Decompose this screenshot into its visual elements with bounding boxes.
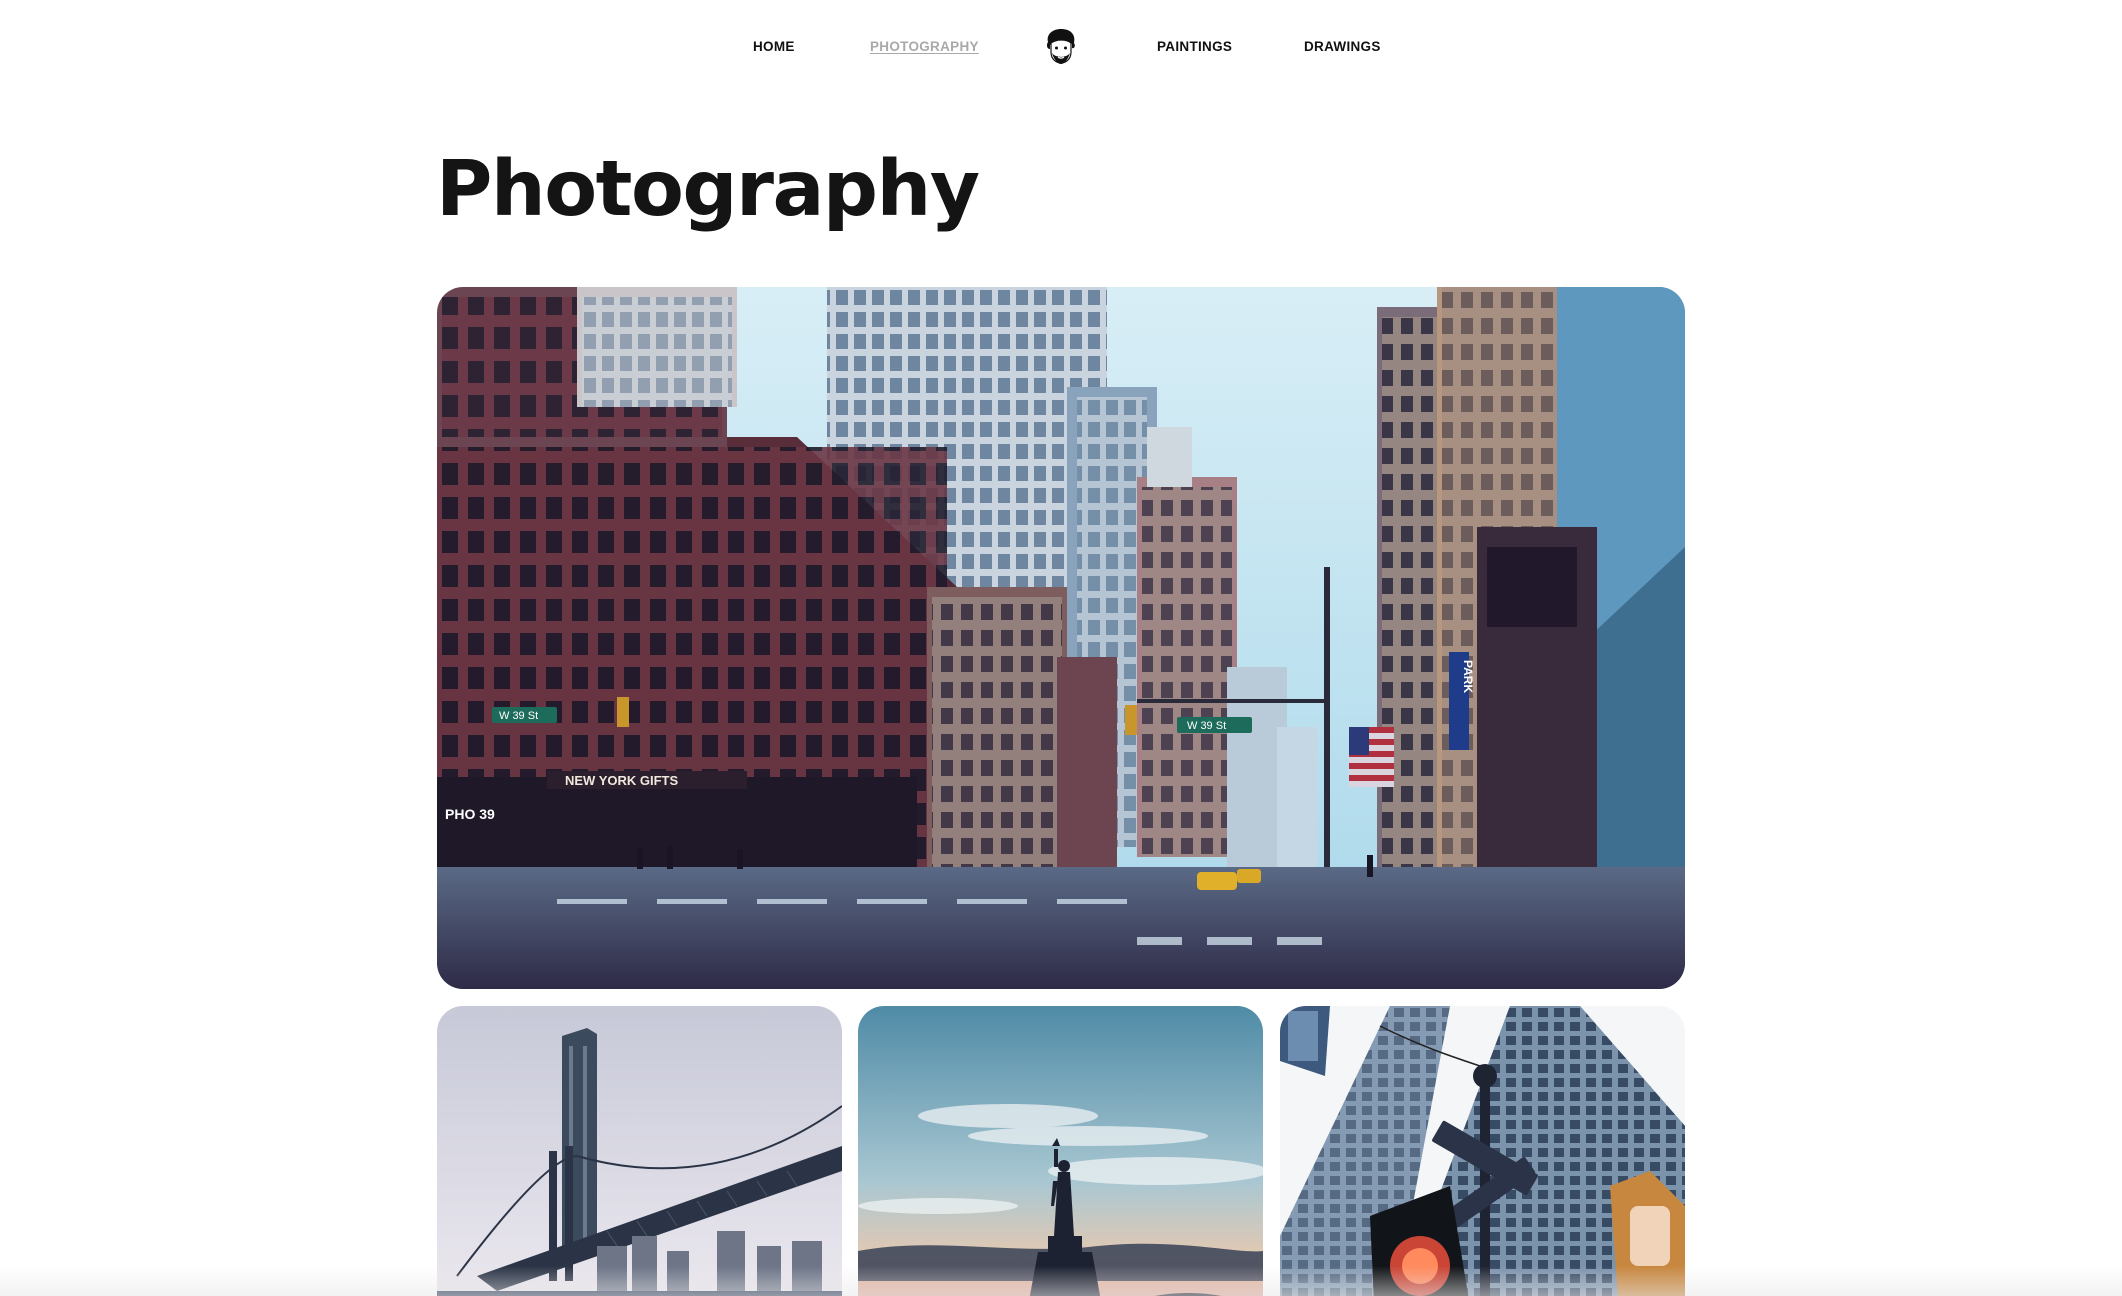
page-title: Photography <box>436 145 980 234</box>
nav-home-link[interactable]: HOME <box>753 38 795 56</box>
nav-drawings-link[interactable]: DRAWINGS <box>1304 38 1381 56</box>
street-sign-right: W 39 St <box>1187 720 1226 732</box>
statue-photo <box>858 1006 1263 1296</box>
photo-thumbnail-bridge[interactable] <box>437 1006 842 1296</box>
hero-photo-city-street[interactable]: NEW YORK GIFTS PHO 39 W 39 St W 39 St PA… <box>437 287 1685 989</box>
street-sign-left: W 39 St <box>499 710 538 722</box>
nav-paintings-link[interactable]: PAINTINGS <box>1157 38 1232 56</box>
home-logo-link[interactable] <box>1045 28 1077 66</box>
nav-photography-link[interactable]: PHOTOGRAPHY <box>870 38 979 56</box>
skyscraper-photo <box>1280 1006 1685 1296</box>
photo-thumbnail-statue[interactable] <box>858 1006 1263 1296</box>
bridge-photo <box>437 1006 842 1296</box>
city-street-photo: NEW YORK GIFTS PHO 39 W 39 St W 39 St PA… <box>437 287 1685 989</box>
shop-sign-text: PHO 39 <box>445 806 495 822</box>
photo-thumbnail-skyscraper[interactable] <box>1280 1006 1685 1296</box>
face-avatar-icon <box>1046 29 1075 64</box>
park-sign-text: PARK <box>1461 660 1475 693</box>
top-navigation: HOME PHOTOGRAPHY PAINTINGS DRAWINGS <box>0 0 2122 95</box>
store-sign-text: NEW YORK GIFTS <box>565 773 678 788</box>
